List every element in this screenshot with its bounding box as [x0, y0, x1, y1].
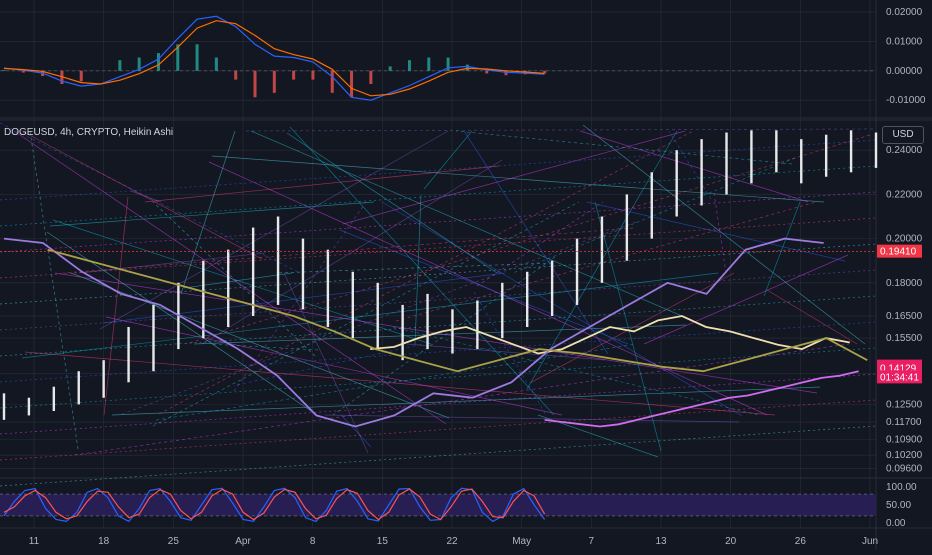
candle: [750, 130, 753, 184]
macd-histogram-bar: [427, 57, 431, 71]
candle: [401, 304, 404, 361]
price-axis-tick: 0.10200: [886, 450, 923, 461]
macd-histogram-bar: [118, 60, 122, 71]
stoch-axis-tick: 0.00: [886, 518, 906, 529]
x-tick-label: 18: [98, 536, 110, 547]
candle: [351, 271, 354, 339]
macd-histogram-bar: [407, 60, 411, 71]
macd-histogram-bar: [2, 69, 6, 71]
price-axis-tick: 0.18000: [886, 278, 923, 289]
candle: [426, 293, 429, 350]
price-axis-tick: 0.10900: [886, 435, 923, 446]
chart-root: 11 18 25 Apr 8 15 22 May 7 13 20 26 Jun 0.02000 0.0100…: [0, 0, 932, 550]
candle: [800, 139, 803, 184]
candle: [27, 397, 31, 416]
candle: [326, 249, 330, 328]
x-tick-label: Jun: [862, 536, 878, 547]
macd-histogram-bar: [234, 70, 238, 80]
x-tick-label: 20: [725, 536, 737, 547]
candle: [77, 371, 80, 405]
x-tick-label: 15: [377, 536, 389, 547]
macd-histogram-bar: [388, 66, 392, 71]
candle: [824, 134, 828, 177]
candle: [501, 282, 504, 339]
candle: [625, 194, 629, 261]
price-axis-tick: 0.20000: [886, 234, 923, 245]
candle: [600, 216, 604, 283]
candle: [575, 238, 579, 305]
candle: [550, 260, 554, 316]
candle: [152, 304, 155, 372]
x-tick-label: 11: [29, 536, 40, 547]
x-tick-label: 22: [446, 536, 458, 547]
macd-axis-tick: 0.02000: [886, 7, 923, 18]
x-tick-label: May: [512, 536, 531, 547]
macd-histogram-bar: [214, 57, 218, 71]
stoch-axis-tick: 50.00: [886, 500, 911, 511]
macd-histogram-bar: [79, 70, 83, 82]
macd-histogram-bar: [485, 70, 489, 74]
chart-canvas: 11 18 25 Apr 8 15 22 May 7 13 20 26 Jun 0.02000 0.0100…: [0, 0, 932, 550]
candle: [202, 260, 205, 339]
macd-histogram-bar: [330, 70, 334, 93]
candle: [650, 172, 653, 239]
macd-histogram-bar: [311, 70, 315, 80]
currency-selector[interactable]: USD: [882, 126, 924, 144]
macd-axis-tick: 0.01000: [886, 36, 923, 47]
macd-axis-tick: -0.01000: [886, 95, 926, 106]
x-tick-label: 8: [310, 536, 316, 547]
price-axis-tick: 0.11700: [886, 417, 922, 428]
macd-histogram-bar: [350, 70, 354, 98]
candle: [376, 282, 379, 350]
macd-histogram-bar: [465, 64, 469, 71]
candle: [276, 216, 280, 305]
candle: [451, 309, 454, 354]
price-label-text: 0.19410: [880, 247, 917, 258]
macd-histogram-bar: [292, 70, 296, 80]
stoch-band: [0, 494, 876, 516]
candle: [102, 360, 105, 398]
candle: [874, 132, 878, 168]
candle: [700, 139, 703, 206]
x-tick-label: 13: [655, 536, 667, 547]
candle: [2, 393, 6, 420]
candle: [476, 300, 479, 350]
macd-histogram-bar: [156, 53, 160, 71]
candle: [526, 271, 529, 328]
candle: [227, 249, 230, 328]
price-axis-tick: 0.22000: [886, 189, 923, 200]
candle: [251, 227, 255, 316]
price-axis-tick: 0.15500: [886, 333, 923, 344]
macd-histogram-bar: [369, 70, 373, 85]
candle: [675, 150, 678, 217]
candle: [127, 327, 130, 383]
x-tick-label: 7: [589, 536, 595, 547]
x-tick-label: 25: [168, 536, 180, 547]
price-label-text: 01:34:41: [880, 372, 919, 383]
candle: [775, 130, 778, 173]
candle: [52, 386, 56, 412]
macd-histogram-bar: [195, 44, 199, 71]
macd-histogram-bar: [272, 70, 276, 93]
price-axis-tick: 0.16500: [886, 311, 923, 322]
macd-histogram-bar: [21, 70, 25, 73]
macd-histogram-bar: [253, 70, 257, 98]
price-axis-tick: 0.24000: [886, 145, 923, 156]
macd-axis-tick: 0.00000: [886, 66, 923, 77]
x-tick-label: Apr: [235, 536, 251, 547]
symbol-label: DOGEUSD, 4h, CRYPTO, Heikin Ashi: [4, 127, 174, 138]
candle: [301, 238, 305, 310]
candle: [725, 132, 728, 195]
stoch-axis-tick: 100.00: [886, 482, 917, 493]
candle: [849, 130, 853, 173]
x-tick-label: 26: [795, 536, 807, 547]
price-axis-tick: 0.09600: [886, 463, 923, 474]
price-axis-tick: 0.12500: [886, 399, 923, 410]
